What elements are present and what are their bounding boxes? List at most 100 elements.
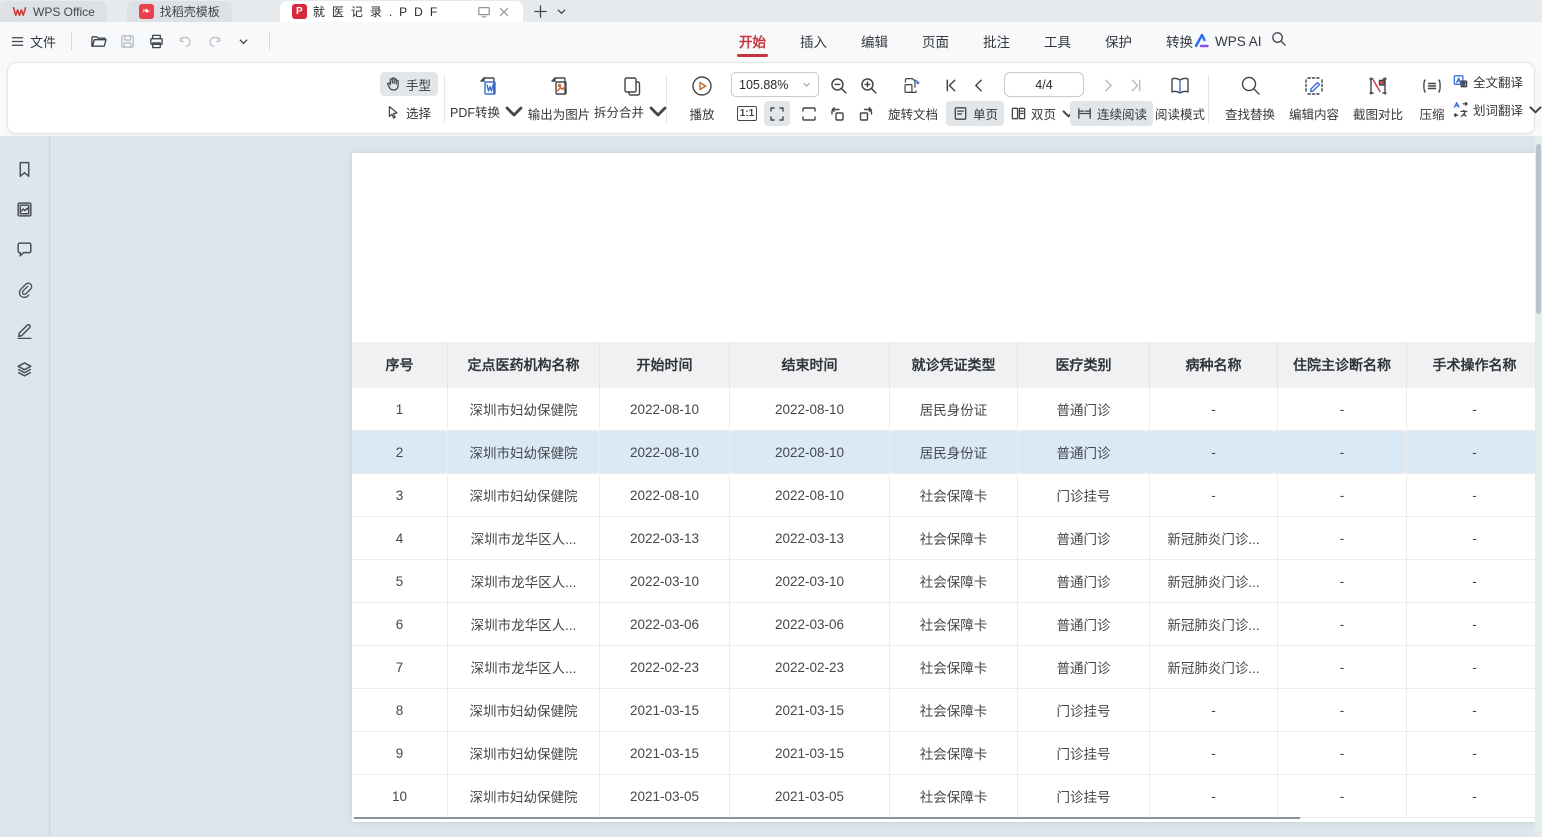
table-cell: 社会保障卡 xyxy=(890,474,1018,517)
zoom-level-combobox[interactable]: 105.88% xyxy=(731,72,819,97)
next-page-button[interactable] xyxy=(1096,73,1120,97)
find-replace-icon xyxy=(1238,74,1262,98)
table-cell: 普通门诊 xyxy=(1018,560,1150,603)
table-cell: - xyxy=(1407,646,1542,689)
select-tool-button[interactable]: 选择 xyxy=(380,100,438,124)
find-replace-button[interactable]: 查找替换 xyxy=(1220,71,1280,127)
pdf-convert-label: PDF转换 xyxy=(450,102,500,121)
scrollbar-thumb[interactable] xyxy=(1536,144,1541,314)
menu-bar: 文件 开始 插入 编辑 页面 批注 工具 保护 转换 WPS xyxy=(0,22,1542,60)
record-table-body: 1深圳市妇幼保健院2022-08-102022-08-10居民身份证普通门诊--… xyxy=(352,388,1542,818)
page-number-input[interactable] xyxy=(1004,72,1084,97)
vertical-scrollbar[interactable] xyxy=(1535,136,1542,837)
rotate-document-button[interactable]: 旋转文档 xyxy=(882,101,944,126)
full-text-translate-button[interactable]: 全文翻译 xyxy=(1452,72,1542,91)
organize-pages-button[interactable] xyxy=(896,73,926,97)
menu-insert[interactable]: 插入 xyxy=(798,22,829,60)
table-cell: 1 xyxy=(352,388,448,431)
table-cell: - xyxy=(1407,732,1542,775)
fit-page-button[interactable] xyxy=(796,101,822,126)
layers-icon xyxy=(15,360,34,379)
table-cell: 社会保障卡 xyxy=(890,775,1018,818)
table-cell: 普通门诊 xyxy=(1018,646,1150,689)
close-tab-icon[interactable] xyxy=(497,5,511,19)
menu-tools[interactable]: 工具 xyxy=(1042,22,1073,60)
edit-content-button[interactable]: 编辑内容 xyxy=(1284,71,1344,127)
new-tab-plus-icon[interactable] xyxy=(533,4,548,19)
tab-list-chevron-icon[interactable] xyxy=(556,6,567,17)
zoom-in-button[interactable] xyxy=(856,73,880,97)
print-button[interactable] xyxy=(145,30,167,52)
continuous-read-button[interactable]: 连续阅读 xyxy=(1070,101,1153,126)
rotate-left-button[interactable] xyxy=(824,101,850,126)
split-merge-button[interactable]: 拆分合并 xyxy=(597,71,667,127)
export-image-icon xyxy=(547,74,571,98)
redo-button[interactable] xyxy=(203,30,225,52)
table-cell: - xyxy=(1407,431,1542,474)
read-mode-button[interactable]: 阅读模式 xyxy=(1152,71,1208,127)
comments-panel-button[interactable] xyxy=(12,238,38,261)
rotate-right-button[interactable] xyxy=(853,101,879,126)
tab-docer-templates[interactable]: ❧ 找稻壳模板 xyxy=(127,1,232,22)
search-icon xyxy=(1270,30,1287,47)
export-as-image-button[interactable]: 输出为图片 xyxy=(524,71,594,127)
bookmarks-panel-button[interactable] xyxy=(12,158,38,181)
table-cell: 深圳市龙华区人... xyxy=(448,603,600,646)
table-cell: 2022-03-10 xyxy=(600,560,730,603)
table-cell: 8 xyxy=(352,689,448,732)
save-button[interactable] xyxy=(116,30,138,52)
screenshot-compare-button[interactable]: 截图对比 xyxy=(1348,71,1408,127)
rotate-document-label: 旋转文档 xyxy=(888,104,938,123)
wps-pdf-window: WPS Office ❧ 找稻壳模板 P 就医记录.PDF 文件 xyxy=(0,0,1542,837)
menu-edit[interactable]: 编辑 xyxy=(859,22,890,60)
last-page-button[interactable] xyxy=(1124,73,1148,97)
signature-pen-icon xyxy=(15,320,34,339)
fit-width-button[interactable] xyxy=(764,101,790,126)
tab-document-pdf[interactable]: P 就医记录.PDF xyxy=(280,1,523,22)
table-cell: 2022-02-23 xyxy=(730,646,890,689)
file-menu-button[interactable]: 文件 xyxy=(10,32,56,51)
tab-wps-home[interactable]: WPS Office xyxy=(0,1,107,22)
attachments-panel-button[interactable] xyxy=(12,278,38,301)
previous-page-button[interactable] xyxy=(966,73,990,97)
table-cell: - xyxy=(1150,388,1278,431)
signature-panel-button[interactable] xyxy=(12,318,38,341)
table-cell: 深圳市妇幼保健院 xyxy=(448,431,600,474)
thumbnails-panel-button[interactable] xyxy=(12,198,38,221)
open-file-button[interactable] xyxy=(87,30,109,52)
table-cell: 2022-02-23 xyxy=(600,646,730,689)
present-to-screen-icon[interactable] xyxy=(477,5,491,19)
menu-convert[interactable]: 转换 xyxy=(1164,22,1195,60)
actual-size-button[interactable]: 1:1 xyxy=(734,101,760,126)
ribbon-search-button[interactable] xyxy=(1270,30,1287,47)
layers-panel-button[interactable] xyxy=(12,358,38,381)
wps-ai-button[interactable]: WPS AI xyxy=(1194,22,1262,60)
chevron-down-icon xyxy=(1527,101,1542,118)
compress-button[interactable]: 压缩 xyxy=(1412,71,1452,127)
menu-comment[interactable]: 批注 xyxy=(981,22,1012,60)
table-cell: 居民身份证 xyxy=(890,431,1018,474)
menu-page[interactable]: 页面 xyxy=(920,22,951,60)
first-page-button[interactable] xyxy=(938,73,962,97)
pdf-convert-button[interactable]: PDF转换 xyxy=(455,71,521,127)
table-cell: - xyxy=(1407,474,1542,517)
menu-protect[interactable]: 保护 xyxy=(1103,22,1134,60)
table-cell: 深圳市妇幼保健院 xyxy=(448,689,600,732)
table-cell: - xyxy=(1150,732,1278,775)
table-cell: - xyxy=(1278,732,1407,775)
undo-button[interactable] xyxy=(174,30,196,52)
play-slideshow-button[interactable]: 播放 xyxy=(680,71,724,127)
hand-tool-button[interactable]: 手型 xyxy=(380,72,438,96)
table-cell: - xyxy=(1407,560,1542,603)
menu-home[interactable]: 开始 xyxy=(737,22,768,60)
zoom-out-button[interactable] xyxy=(826,73,850,97)
table-cell: 居民身份证 xyxy=(890,388,1018,431)
quick-access-chevron-icon[interactable] xyxy=(232,30,254,52)
table-cell: 社会保障卡 xyxy=(890,517,1018,560)
fit-width-icon xyxy=(768,105,786,123)
tab-home-label: WPS Office xyxy=(33,5,95,19)
table-row: 9深圳市妇幼保健院2021-03-152021-03-15社会保障卡门诊挂号--… xyxy=(352,732,1542,775)
table-cell: 社会保障卡 xyxy=(890,732,1018,775)
word-translate-button[interactable]: 划词翻译 xyxy=(1452,100,1542,119)
single-page-button[interactable]: 单页 xyxy=(946,101,1004,126)
